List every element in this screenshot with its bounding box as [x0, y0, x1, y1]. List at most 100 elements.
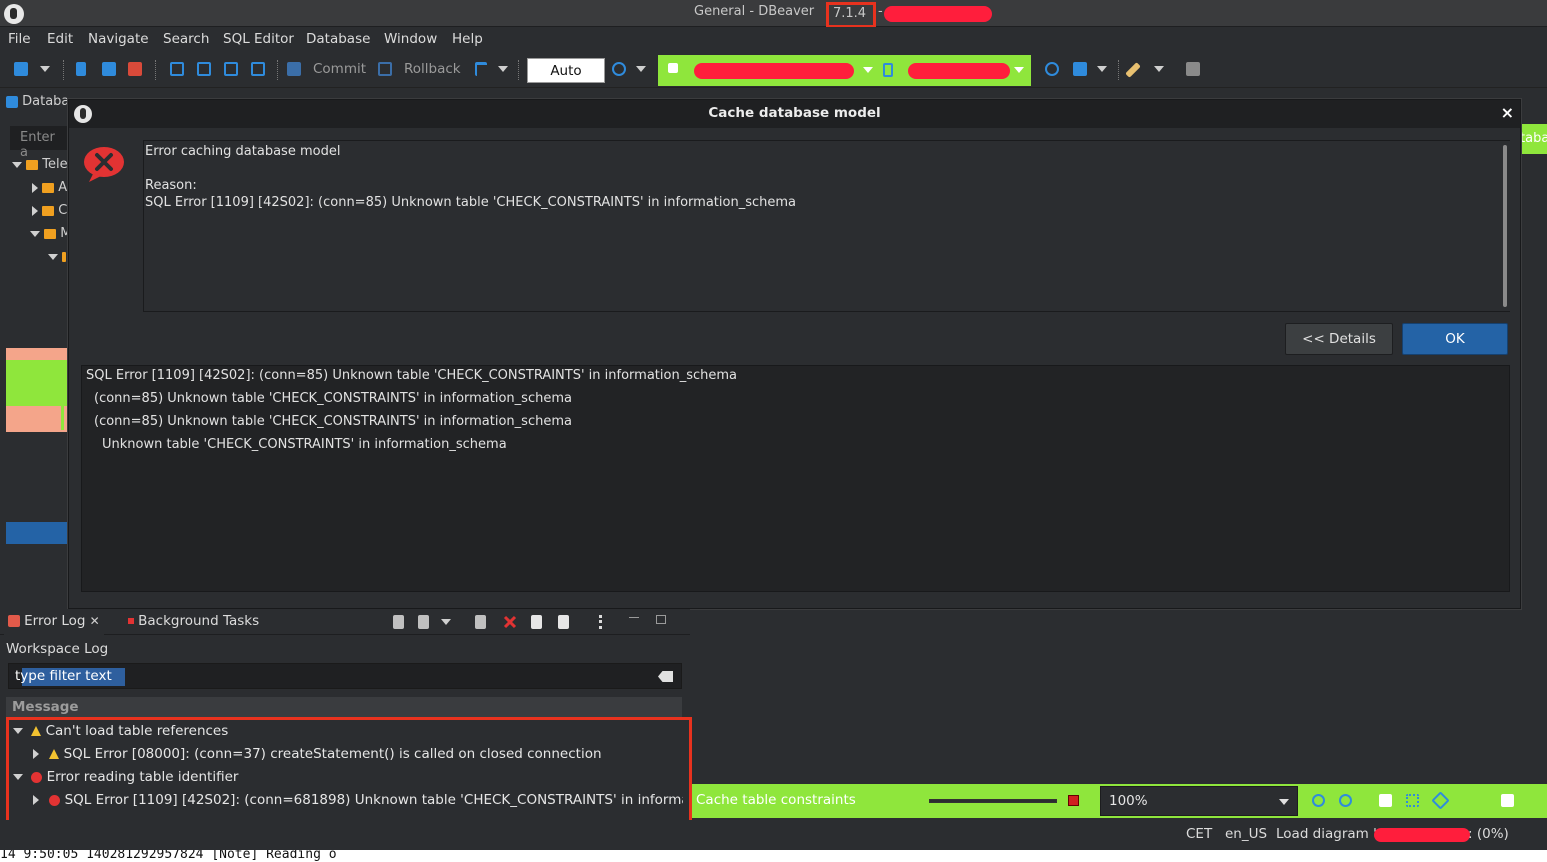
log-row[interactable]: Can't load table references: [13, 723, 228, 739]
chevron-down-icon[interactable]: [1097, 66, 1107, 72]
tree-item[interactable]: C: [32, 203, 67, 218]
log-filter-input[interactable]: [15, 667, 615, 685]
chevron-down-icon[interactable]: [1279, 799, 1289, 805]
right-panel-tab[interactable]: taba: [1520, 124, 1547, 154]
chevron-down-icon[interactable]: [1154, 66, 1164, 72]
restore-log-icon[interactable]: [558, 615, 569, 629]
log-row[interactable]: SQL Error [08000]: (conn=37) createState…: [33, 746, 602, 762]
commit-icon[interactable]: [287, 62, 301, 76]
close-icon[interactable]: ×: [1501, 103, 1514, 122]
chevron-down-icon[interactable]: [12, 161, 22, 168]
chevron-down-icon[interactable]: [30, 230, 40, 237]
chevron-down-icon[interactable]: [863, 67, 873, 73]
maximize-icon[interactable]: [656, 615, 666, 624]
disconnect-icon[interactable]: [102, 62, 116, 76]
log-filter-field[interactable]: [8, 663, 682, 689]
delete-log-icon[interactable]: [503, 615, 517, 629]
dashboard-icon[interactable]: [1045, 62, 1059, 76]
tree-item[interactable]: M: [30, 226, 72, 241]
chevron-down-icon[interactable]: [636, 66, 646, 72]
connection-selector-bar[interactable]: [658, 55, 1031, 86]
rollback-icon[interactable]: [378, 62, 392, 76]
reason-text: SQL Error [1109] [42S02]: (conn=85) Unkn…: [145, 195, 796, 210]
tab-background-tasks-label: Background Tasks: [138, 613, 260, 629]
new-connection-icon[interactable]: [14, 62, 28, 76]
zoom-out-icon[interactable]: [1339, 794, 1352, 807]
history-icon[interactable]: [612, 62, 626, 76]
menu-file[interactable]: File: [8, 31, 31, 47]
menu-window[interactable]: Window: [384, 31, 437, 47]
chevron-right-icon[interactable]: [32, 182, 38, 193]
zoom-in-icon[interactable]: [1312, 794, 1325, 807]
navigator-filter-input[interactable]: Enter a: [10, 126, 68, 160]
chevron-down-icon[interactable]: [40, 66, 50, 72]
dbeaver-app-icon[interactable]: [4, 4, 24, 24]
tree-item[interactable]: A: [32, 180, 67, 195]
export-log-icon[interactable]: [393, 615, 404, 629]
folder-icon: [44, 228, 57, 239]
tab-error-log[interactable]: Error Log ✕: [4, 613, 104, 635]
tab-database-navigator[interactable]: Databa: [6, 94, 69, 109]
config-icon[interactable]: [1073, 62, 1087, 76]
tab-background-tasks[interactable]: Background Tasks: [128, 613, 259, 635]
chevron-down-icon[interactable]: [498, 66, 508, 72]
console-icon[interactable]: [251, 62, 265, 76]
grid-icon[interactable]: [1406, 794, 1419, 807]
clear-icon[interactable]: [658, 671, 673, 682]
message-scrollbar[interactable]: [1503, 145, 1507, 307]
transaction-mode-icon[interactable]: [475, 62, 487, 76]
log-message: SQL Error [08000]: (conn=37) createState…: [63, 746, 602, 762]
chevron-down-icon[interactable]: [13, 774, 23, 780]
view-menu-icon[interactable]: [599, 615, 602, 629]
tree-item[interactable]: [48, 249, 67, 264]
error-log-tabs: Error Log ✕ Background Tasks: [0, 609, 690, 635]
invalidate-icon[interactable]: [128, 62, 142, 76]
ok-button[interactable]: OK: [1402, 323, 1508, 355]
import-log-icon[interactable]: [418, 615, 429, 629]
reason-label: Reason:: [145, 178, 197, 193]
chevron-down-icon[interactable]: [13, 728, 23, 734]
edit-icon[interactable]: [1125, 62, 1141, 78]
connect-icon[interactable]: [76, 62, 86, 76]
open-log-icon[interactable]: [531, 615, 542, 629]
chevron-down-icon[interactable]: [1014, 67, 1024, 73]
detail-line: (conn=85) Unknown table 'CHECK_CONSTRAIN…: [94, 391, 572, 406]
layout-icon[interactable]: [1379, 794, 1392, 807]
rollback-button[interactable]: Rollback: [404, 61, 461, 77]
menu-edit[interactable]: Edit: [47, 31, 73, 47]
log-row[interactable]: Error reading table identifier: [13, 769, 238, 785]
export-image-icon[interactable]: [1501, 794, 1514, 807]
terminal-output: 14 9:50:05 140281292957824 [Note] Readin…: [0, 850, 1547, 862]
menu-sql-editor[interactable]: SQL Editor: [223, 31, 294, 47]
new-script-icon[interactable]: [170, 62, 184, 76]
selected-row[interactable]: [6, 522, 68, 544]
chevron-down-icon[interactable]: [441, 619, 451, 625]
recent-script-icon[interactable]: [224, 62, 238, 76]
menu-navigate[interactable]: Navigate: [88, 31, 149, 47]
error-icon: [84, 147, 124, 182]
chevron-right-icon[interactable]: [33, 749, 39, 759]
folder-icon: [62, 251, 67, 262]
chevron-down-icon[interactable]: [48, 253, 58, 260]
tree-item-root[interactable]: Tele: [12, 157, 68, 172]
back-icon[interactable]: [1186, 62, 1200, 76]
close-icon[interactable]: ✕: [90, 614, 100, 628]
chevron-right-icon[interactable]: [33, 795, 39, 805]
minimize-icon[interactable]: [629, 617, 639, 618]
stop-icon[interactable]: [1068, 795, 1079, 806]
tree-item-label: Tele: [42, 157, 68, 172]
zoom-select[interactable]: 100%: [1100, 786, 1298, 816]
commit-button[interactable]: Commit: [313, 61, 366, 77]
menu-database[interactable]: Database: [306, 31, 370, 47]
menu-help[interactable]: Help: [452, 31, 483, 47]
details-button[interactable]: << Details: [1285, 323, 1393, 355]
refresh-icon[interactable]: [1431, 791, 1450, 810]
chevron-right-icon[interactable]: [32, 205, 38, 216]
transaction-mode-field[interactable]: Auto: [527, 58, 605, 83]
log-row[interactable]: SQL Error [1109] [42S02]: (conn=681898) …: [33, 792, 683, 808]
menu-search[interactable]: Search: [163, 31, 209, 47]
open-script-icon[interactable]: [197, 62, 211, 76]
clear-log-icon[interactable]: [475, 615, 486, 629]
message-column-header[interactable]: Message: [6, 697, 682, 717]
detail-line: (conn=85) Unknown table 'CHECK_CONSTRAIN…: [94, 414, 572, 429]
